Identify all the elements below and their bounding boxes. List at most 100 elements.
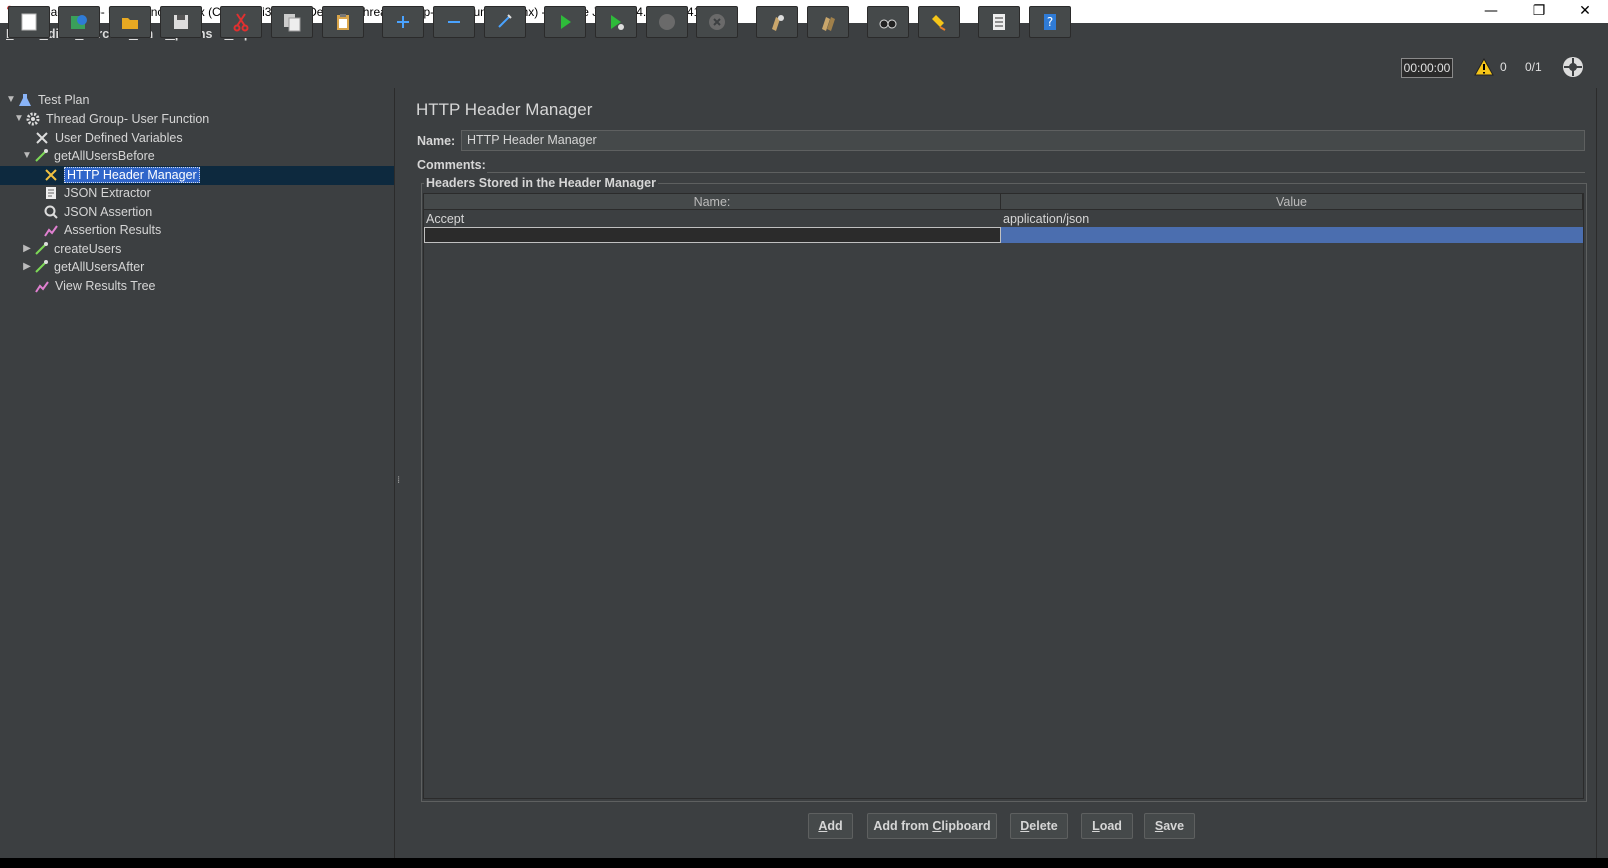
tree-item-label: Test Plan — [38, 92, 90, 107]
tree-item-label: createUsers — [54, 241, 122, 256]
clipboard-icon — [337, 14, 349, 30]
function-list-icon — [993, 14, 1005, 30]
table-cell-name-editing[interactable] — [424, 227, 1001, 243]
name-label: Name: — [417, 134, 456, 148]
tree-item-getallusersafter[interactable]: ▶ getAllUsersAfter — [22, 257, 144, 276]
start-button[interactable] — [544, 6, 586, 38]
plus-icon — [397, 16, 409, 28]
column-header-value[interactable]: Value — [1001, 194, 1583, 210]
load-button[interactable]: Load — [1081, 813, 1133, 839]
save-toolbar-button[interactable] — [160, 6, 202, 38]
tree-item-view-results-tree[interactable]: View Results Tree — [33, 276, 156, 295]
collapse-arrow-icon[interactable]: ▼ — [22, 150, 32, 161]
tree-item-assertion-results[interactable]: Assertion Results — [42, 220, 161, 239]
stop-icon — [659, 14, 675, 30]
scissors-icon — [233, 13, 249, 32]
tree-item-label: View Results Tree — [55, 278, 156, 293]
play-icon — [561, 15, 571, 29]
expand-all-button[interactable] — [382, 6, 424, 38]
help-button[interactable]: ? — [1029, 6, 1071, 38]
magnifier-icon — [42, 203, 60, 221]
remote-status-icon — [1563, 57, 1583, 77]
collapse-all-button[interactable] — [433, 6, 475, 38]
play-no-timers-icon — [611, 15, 624, 30]
name-field[interactable]: HTTP Header Manager — [461, 130, 1585, 151]
tree-item-thread-group[interactable]: ▼ Thread Group- User Function — [14, 109, 209, 128]
comments-label: Comments: — [417, 158, 486, 172]
tree-item-user-defined-variables[interactable]: User Defined Variables — [33, 128, 183, 147]
broom-all-icon — [822, 17, 835, 31]
reset-search-button[interactable] — [918, 6, 960, 38]
tree-item-getallusersbefore[interactable]: ▼ getAllUsersBefore — [22, 146, 155, 165]
tree-item-label: JSON Assertion — [64, 204, 153, 219]
page-title: HTTP Header Manager — [416, 100, 593, 119]
tree-item-json-assertion[interactable]: JSON Assertion — [42, 202, 152, 221]
delete-button[interactable]: Delete — [1010, 813, 1068, 839]
table-cell-value-selected[interactable] — [1001, 227, 1583, 243]
tree-item-label: User Defined Variables — [55, 130, 183, 145]
function-helper-button[interactable] — [978, 6, 1020, 38]
open-button[interactable] — [109, 6, 151, 38]
wrench-icon — [33, 129, 51, 147]
tree-item-label: JSON Extractor — [64, 185, 151, 200]
search-button[interactable] — [867, 6, 909, 38]
headers-group-title: Headers Stored in the Header Manager — [424, 176, 658, 190]
comments-field[interactable] — [487, 156, 1585, 173]
warning-count: 0 — [1500, 60, 1507, 74]
wrench-icon — [42, 166, 60, 184]
headers-table: Name: Value Accept application/json — [423, 193, 1584, 799]
cut-button[interactable] — [220, 6, 262, 38]
pipette-icon — [32, 240, 50, 258]
shutdown-icon — [709, 14, 725, 30]
results-chart-icon — [42, 221, 60, 239]
close-button[interactable]: ✕ — [1562, 0, 1608, 23]
warning-icon[interactable] — [1474, 58, 1494, 76]
collapse-arrow-icon[interactable]: ▼ — [6, 94, 16, 105]
start-no-pauses-button[interactable] — [595, 6, 637, 38]
clear-button[interactable] — [756, 6, 798, 38]
add-from-clipboard-button[interactable]: Add from Clipboard — [867, 813, 997, 839]
reset-search-broom-icon — [932, 15, 946, 31]
copy-button[interactable] — [271, 6, 313, 38]
templates-icon — [71, 15, 87, 29]
expand-arrow-icon[interactable]: ▶ — [22, 243, 32, 254]
tree-item-label: Assertion Results — [64, 222, 162, 237]
templates-button[interactable] — [58, 6, 100, 38]
flask-icon — [16, 91, 34, 109]
shutdown-button[interactable] — [696, 6, 738, 38]
tree-item-json-extractor[interactable]: JSON Extractor — [42, 183, 151, 202]
minimize-button[interactable]: — — [1468, 0, 1514, 23]
new-button[interactable] — [8, 6, 50, 38]
toolbar — [0, 44, 1608, 88]
tree-item-label: Thread Group- User Function — [46, 111, 210, 126]
table-cell-name[interactable]: Accept — [424, 211, 1001, 227]
column-header-name[interactable]: Name: — [424, 194, 1001, 210]
copy-icon — [284, 14, 301, 32]
tree-item-http-header-manager[interactable]: HTTP Header Manager — [42, 165, 200, 184]
stop-button[interactable] — [646, 6, 688, 38]
document-icon — [42, 184, 60, 202]
new-file-icon — [21, 13, 37, 31]
broom-gear-icon — [772, 15, 784, 31]
toggle-button[interactable] — [484, 6, 526, 38]
restore-button[interactable]: ❐ — [1516, 0, 1562, 23]
minus-icon — [448, 21, 460, 23]
gear-icon — [24, 110, 42, 128]
pipette-icon — [32, 258, 50, 276]
tree-item-createusers[interactable]: ▶ createUsers — [22, 239, 121, 258]
save-button[interactable]: Save — [1144, 813, 1195, 839]
tree-item-label: getAllUsersBefore — [54, 148, 155, 163]
expand-arrow-icon[interactable]: ▶ — [22, 261, 32, 272]
table-cell-value[interactable]: application/json — [1001, 211, 1583, 227]
elapsed-timer: 00:00:00 — [1401, 58, 1453, 78]
clear-all-button[interactable] — [807, 6, 849, 38]
split-pane-divider[interactable]: ⁞ — [397, 475, 400, 486]
binoculars-icon — [879, 19, 897, 29]
tree-item-label: HTTP Header Manager — [64, 166, 200, 183]
add-button[interactable]: Add — [808, 813, 853, 839]
paste-button[interactable] — [322, 6, 364, 38]
toggle-wand-icon — [498, 14, 512, 28]
help-question-icon: ? — [1044, 14, 1056, 30]
collapse-arrow-icon[interactable]: ▼ — [14, 113, 24, 124]
tree-item-test-plan[interactable]: ▼ Test Plan — [6, 90, 89, 109]
